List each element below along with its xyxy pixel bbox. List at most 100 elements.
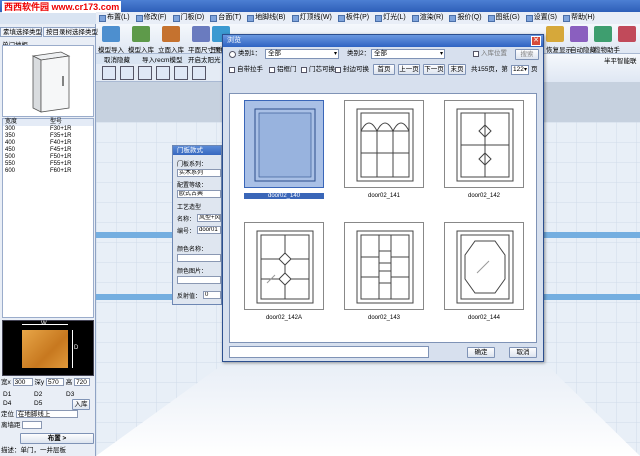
list-item[interactable]: 350 F35+1R [3,133,93,140]
place-button[interactable]: 布置 > [20,433,94,444]
store-location-checkbox[interactable] [473,51,479,57]
menu-item[interactable]: 灯顶线(W) [289,12,335,24]
view-icon[interactable] [156,66,170,80]
view-icon[interactable] [138,66,152,80]
cabinet-thumbnail[interactable] [2,45,94,117]
elevation-store-icon[interactable] [162,26,180,42]
door-tile[interactable]: door02_141 [344,100,424,199]
view-icon[interactable] [192,66,206,80]
door-tile[interactable]: door02_142 [444,100,524,199]
menu-item[interactable]: 图纸(G) [485,12,523,24]
series-field[interactable]: 实木系列 [177,169,221,177]
view-icon[interactable] [174,66,188,80]
menu-item[interactable]: 帮助(H) [560,12,598,24]
tab-material-type[interactable]: 素填选择类型 [0,27,42,37]
list-item[interactable]: 450 F45+1R [3,147,93,154]
menu-label: 修改(F) [143,14,167,21]
toolbar-label[interactable]: 导入recm模型 [142,54,182,64]
prev-page-button[interactable]: 上一页 [398,64,420,75]
list-item[interactable]: 500 F50+1R [3,154,93,161]
list-cell: 400 [5,140,16,146]
reflect-field[interactable]: 0 [203,291,221,299]
tab-tree-type[interactable]: 按目录树选择类型 [43,27,98,37]
cabinet-list[interactable]: 宽度 型号 300 F30+1R 350 F35+1R 400 F40+1R 450 F45+… [2,118,94,318]
close-icon[interactable]: ✕ [531,36,541,46]
list-item[interactable]: 550 F55+1R [3,161,93,168]
category2-select[interactable]: 全部 [371,49,445,59]
door-grid: door02_140 door02_141 door02_142 door02_142… [229,93,537,343]
helper-icon[interactable] [594,26,612,42]
status-text: 描述：单门，一井层板 [1,447,66,454]
door-tile[interactable]: door02_142A [244,222,324,321]
search-button[interactable]: 搜索 [515,49,539,60]
open-icon[interactable] [102,66,116,80]
filter-checkbox[interactable] [335,67,341,73]
column-header: 宽度 [5,119,18,125]
category1-select[interactable]: 全部 [265,49,339,59]
width-field[interactable]: 300 [12,378,33,387]
door-thumbnail [244,222,324,310]
depth-line [72,330,73,368]
page-info: 共155页，第 [471,66,508,73]
toolbar-label[interactable]: 开启太阳光 [188,54,221,64]
menu-label: 灯光(L) [383,14,406,21]
ok-button[interactable]: 确定 [467,347,495,358]
code-label: 编号： [177,229,196,235]
menu-label: 渲染(R) [419,14,444,21]
menu-item[interactable]: 布置(L) [96,12,133,24]
name-field[interactable]: 风型+风 [197,214,221,222]
depth-field[interactable]: 570 [45,378,64,387]
model-store-icon[interactable] [132,26,150,42]
color-image-field[interactable] [177,276,221,284]
category-radio[interactable] [229,51,236,58]
auto-hide-icon[interactable] [570,26,588,42]
page-field[interactable]: 122 [511,65,529,75]
cancel-button[interactable]: 取消 [509,347,537,358]
door-tile[interactable]: door02_143 [344,222,424,321]
series-label: 门板系列： [177,162,208,168]
store-button[interactable]: 入库 [72,399,90,410]
position-select[interactable]: 在地脚线上 [15,410,78,419]
menu-item[interactable]: 板件(P) [335,12,372,24]
door-thumbnail [344,222,424,310]
menu-item[interactable]: 设置(S) [523,12,560,24]
menu-item[interactable]: 台面(T) [207,12,244,24]
model-import-icon[interactable] [102,26,120,42]
menu-item[interactable]: 地脚线(B) [244,12,288,24]
menu-icon [99,14,106,22]
smart-icon[interactable] [618,26,636,42]
plan-size-icon[interactable] [192,26,210,42]
craft-label: 工艺造型 [177,205,202,211]
list-item[interactable]: 400 F40+1R [3,140,93,147]
filter-checkbox[interactable] [269,67,275,73]
menu-item[interactable]: 报价(Q) [446,12,484,24]
height-field[interactable]: 720 [74,378,91,387]
last-page-button[interactable]: 末页 [448,64,466,75]
d5-label: D5 [34,400,43,407]
menu-icon [449,14,457,22]
list-cell: 350 [5,133,16,139]
menu-item[interactable]: 渲染(R) [409,12,447,24]
menu-item[interactable]: 灯光(L) [372,12,409,24]
menu-icon [291,14,299,22]
color-name-field[interactable] [177,254,221,262]
first-page-button[interactable]: 首页 [373,64,395,75]
door-tile[interactable]: door02_140 [244,100,324,199]
toolbar-label: 模型入库 [128,47,154,54]
list-item[interactable]: 600 F60+1R [3,168,93,175]
wall-distance-field[interactable] [22,421,43,430]
toolbar-label[interactable]: 取消隐藏 [104,54,130,64]
door-tile[interactable]: door02_144 [444,222,524,321]
grade-field[interactable]: 欧式古典 [177,190,221,198]
restore-icon[interactable] [546,26,564,42]
door-drawing [456,108,514,182]
list-item[interactable]: 300 F30+1R [3,126,93,133]
code-field[interactable]: door01 [197,226,221,234]
save-icon[interactable] [120,66,134,80]
filter-checkbox[interactable] [229,67,235,73]
menu-item[interactable]: 门板(D) [170,12,208,24]
door-caption: door02_142 [467,193,501,199]
next-page-button[interactable]: 下一页 [423,64,445,75]
menu-item[interactable]: 修改(F) [133,12,170,24]
filter-checkbox[interactable] [301,67,307,73]
